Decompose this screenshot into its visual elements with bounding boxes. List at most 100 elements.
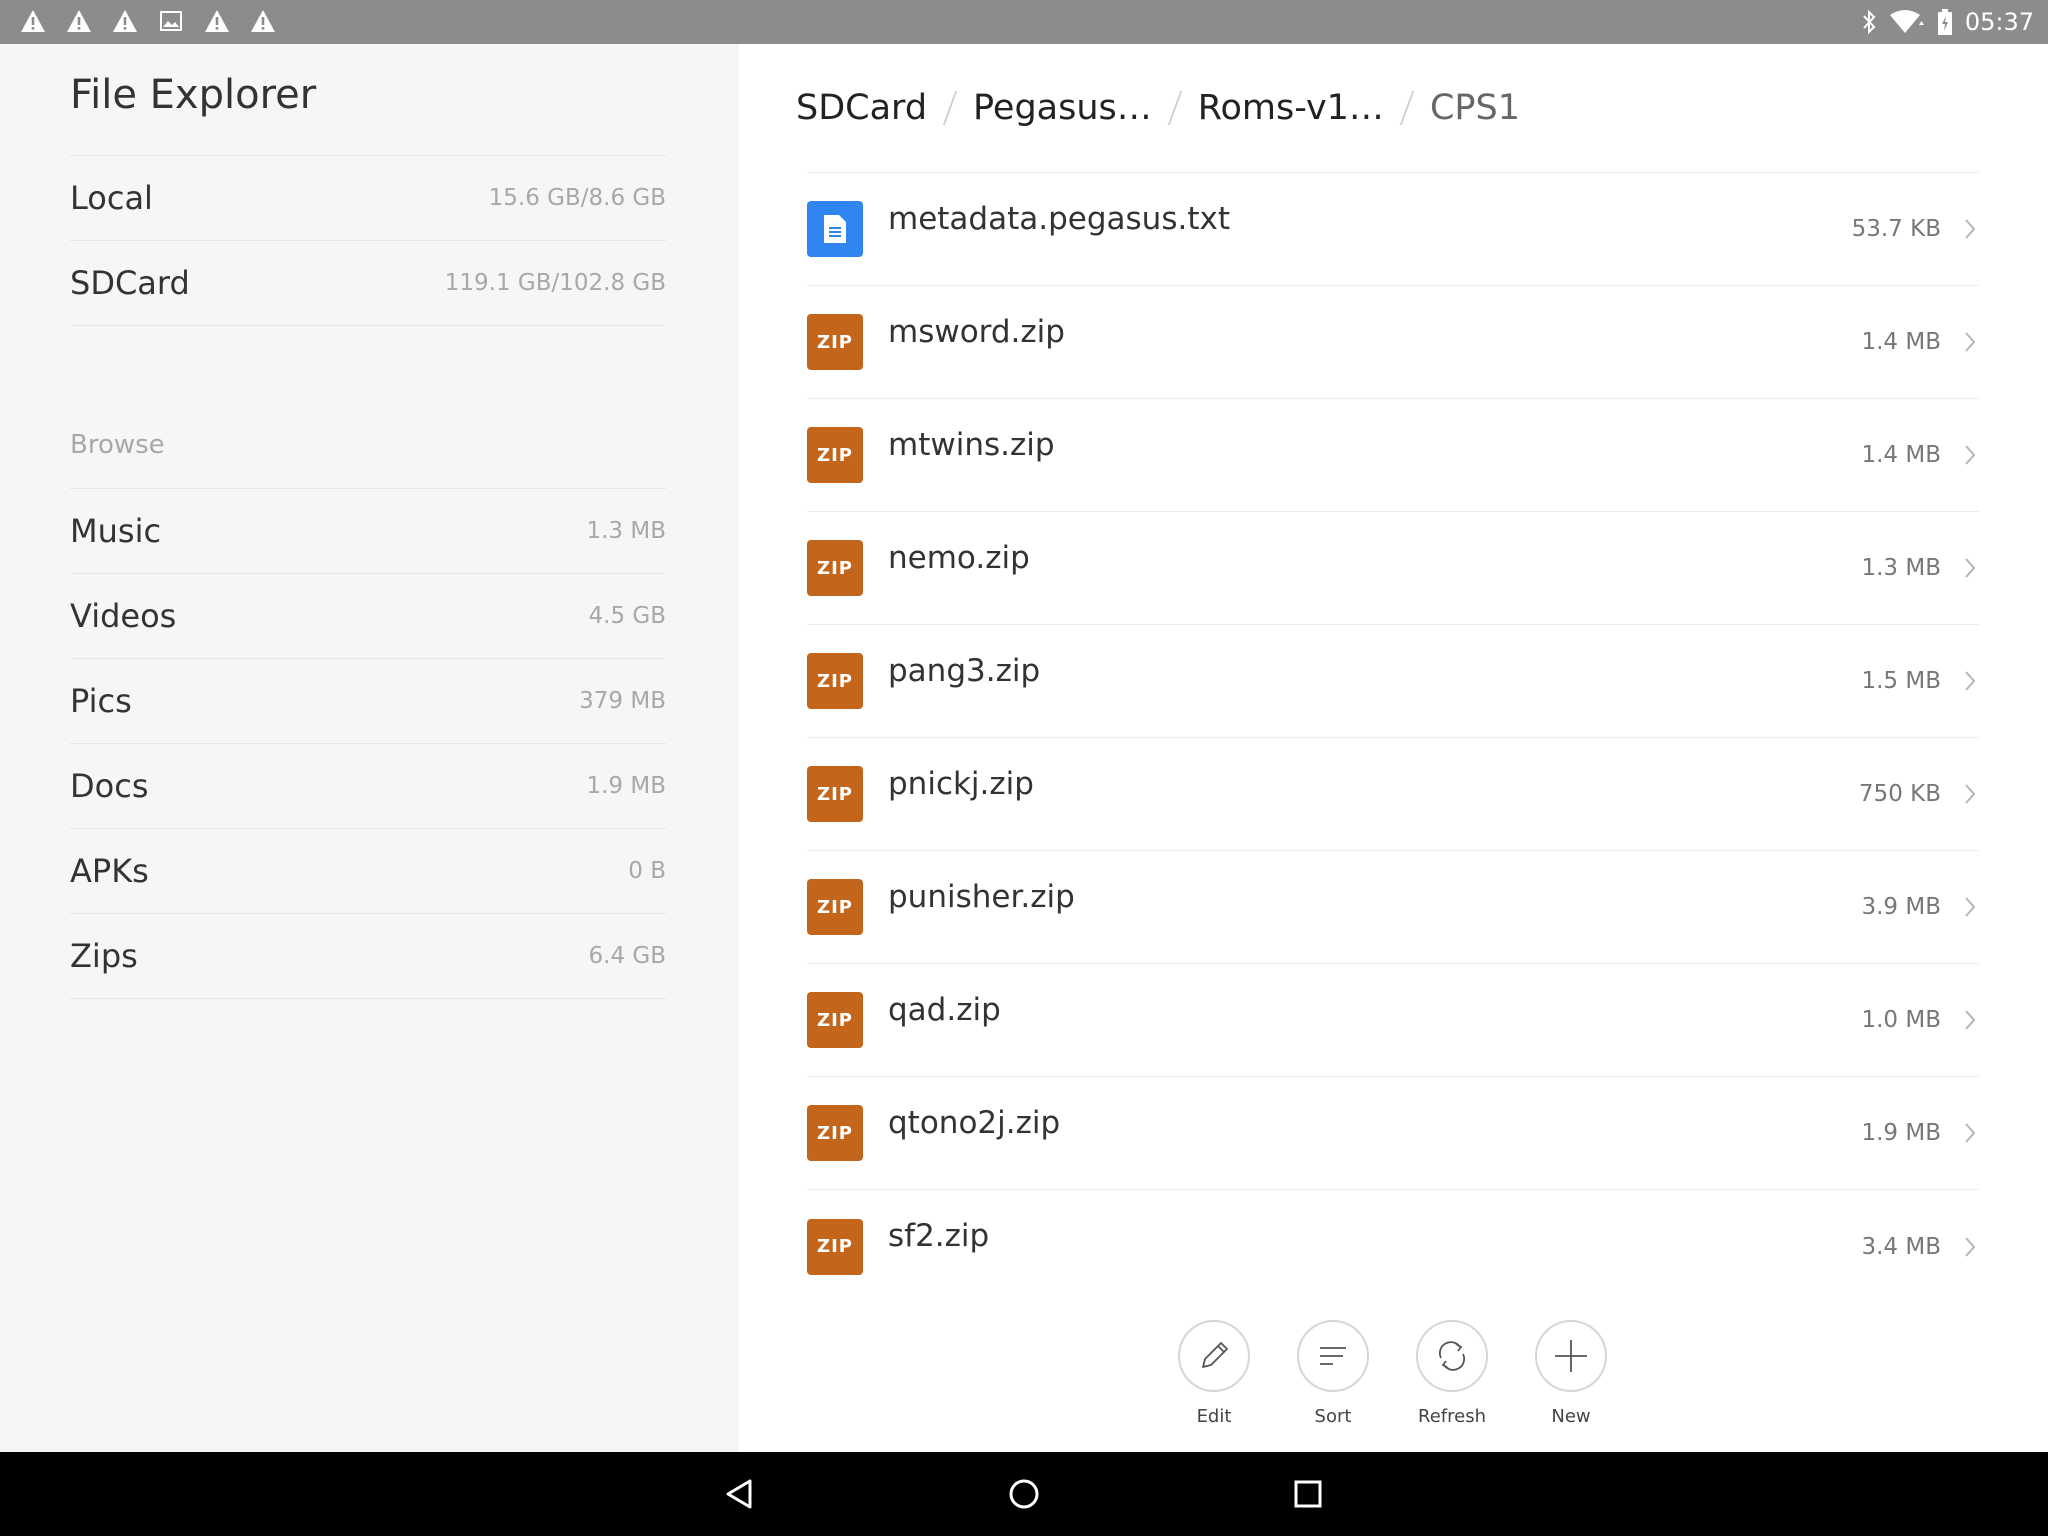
pencil-icon (1202, 1342, 1228, 1368)
file-list: metadata.pegasus.txt 53.7 KB ZIP msword.… (807, 172, 1979, 1303)
warning-icon (251, 10, 275, 32)
file-size: 1.0 MB (1861, 1007, 1941, 1033)
sidebar-item-local[interactable]: Local 15.6 GB/8.6 GB (70, 156, 666, 241)
sidebar-item-pics[interactable]: Pics 379 MB (70, 659, 666, 744)
back-icon (726, 1479, 752, 1509)
warning-icon (67, 10, 91, 32)
list-item[interactable]: ZIP punisher.zip 3.9 MB (807, 851, 1979, 964)
category-label: Zips (70, 937, 138, 975)
warning-icon (205, 10, 229, 32)
browse-heading: Browse (70, 388, 666, 489)
breadcrumb-separator (1399, 91, 1415, 125)
chevron-right-icon (1965, 558, 1976, 578)
breadcrumb-item-sdcard[interactable]: SDCard (796, 88, 927, 128)
breadcrumb: SDCard Pegasus… Roms-v1… CPS1 (796, 78, 1520, 138)
file-name: mtwins.zip (888, 427, 1055, 463)
category-label: Music (70, 512, 162, 550)
wifi-icon (1889, 10, 1924, 33)
edit-button-circle (1178, 1320, 1250, 1392)
sort-icon (1320, 1347, 1346, 1365)
system-status: 05:37 (1861, 4, 2034, 40)
new-button-circle (1535, 1320, 1607, 1392)
refresh-label: Refresh (1418, 1406, 1486, 1427)
edit-button[interactable]: Edit (1159, 1320, 1269, 1427)
zip-icon: ZIP (807, 540, 863, 596)
zip-icon: ZIP (807, 879, 863, 935)
chevron-right-icon (1965, 897, 1976, 917)
file-size: 1.5 MB (1861, 668, 1941, 694)
sort-button-circle (1297, 1320, 1369, 1392)
plus-icon (1555, 1340, 1587, 1372)
storage-label: Local (70, 179, 153, 217)
chevron-right-icon (1965, 784, 1976, 804)
document-icon (807, 201, 863, 257)
clock: 05:37 (1964, 8, 2034, 36)
navigation-bar (0, 1452, 2048, 1536)
list-item[interactable]: ZIP qad.zip 1.0 MB (807, 964, 1979, 1077)
list-item[interactable]: ZIP pang3.zip 1.5 MB (807, 625, 1979, 738)
list-item[interactable]: ZIP pnickj.zip 750 KB (807, 738, 1979, 851)
status-bar: 05:37 (0, 0, 2048, 44)
bluetooth-icon (1863, 9, 1876, 35)
recents-button[interactable] (1288, 1474, 1328, 1514)
recents-icon (1294, 1480, 1322, 1508)
list-item[interactable]: ZIP sf2.zip 3.4 MB (807, 1190, 1979, 1303)
sidebar-item-apks[interactable]: APKs 0 B (70, 829, 666, 914)
sidebar: File Explorer Local 15.6 GB/8.6 GB SDCar… (0, 44, 738, 1452)
list-item[interactable]: ZIP qtono2j.zip 1.9 MB (807, 1077, 1979, 1190)
list-item[interactable]: ZIP mtwins.zip 1.4 MB (807, 399, 1979, 512)
zip-icon: ZIP (807, 1218, 863, 1275)
new-button[interactable]: New (1516, 1320, 1626, 1427)
home-button[interactable] (1004, 1474, 1044, 1514)
breadcrumb-separator (1167, 91, 1182, 125)
category-size: 0 B (628, 858, 666, 884)
chevron-right-icon (1965, 1236, 1976, 1257)
file-size: 1.4 MB (1861, 442, 1941, 468)
breadcrumb-item-roms[interactable]: Roms-v1… (1198, 88, 1384, 128)
file-name: qad.zip (888, 992, 1001, 1028)
action-toolbar: Edit Sort Refresh New (739, 1320, 2048, 1452)
sidebar-item-sdcard[interactable]: SDCard 119.1 GB/102.8 GB (70, 241, 666, 326)
file-name: metadata.pegasus.txt (888, 201, 1230, 237)
zip-icon: ZIP (807, 766, 863, 822)
refresh-icon (1438, 1341, 1466, 1371)
list-item[interactable]: metadata.pegasus.txt 53.7 KB (807, 173, 1979, 286)
image-icon (160, 11, 182, 31)
new-label: New (1551, 1406, 1591, 1427)
list-item[interactable]: ZIP msword.zip 1.4 MB (807, 286, 1979, 399)
list-item[interactable]: ZIP nemo.zip 1.3 MB (807, 512, 1979, 625)
back-button[interactable] (720, 1474, 760, 1514)
refresh-button-circle (1416, 1320, 1488, 1392)
zip-icon: ZIP (807, 1105, 863, 1161)
file-size: 1.9 MB (1861, 1120, 1941, 1146)
sidebar-item-docs[interactable]: Docs 1.9 MB (70, 744, 666, 829)
battery-icon (1937, 9, 1952, 35)
breadcrumb-item-pegasus[interactable]: Pegasus… (973, 88, 1152, 128)
sidebar-item-zips[interactable]: Zips 6.4 GB (70, 914, 666, 999)
file-size: 3.9 MB (1861, 894, 1941, 920)
sort-button[interactable]: Sort (1278, 1320, 1388, 1427)
file-size: 3.4 MB (1861, 1233, 1941, 1260)
file-name: nemo.zip (888, 540, 1030, 576)
sidebar-item-music[interactable]: Music 1.3 MB (70, 489, 666, 574)
home-icon (1009, 1479, 1039, 1509)
app-title: File Explorer (70, 72, 317, 118)
category-size: 6.4 GB (588, 943, 667, 969)
file-size: 53.7 KB (1851, 216, 1941, 242)
file-size: 1.4 MB (1861, 329, 1941, 355)
storage-usage: 119.1 GB/102.8 GB (444, 270, 666, 296)
chevron-right-icon (1965, 219, 1976, 239)
category-label: Videos (70, 597, 177, 635)
zip-icon: ZIP (807, 992, 863, 1048)
warning-icon (113, 10, 137, 32)
refresh-button[interactable]: Refresh (1397, 1320, 1507, 1427)
chevron-right-icon (1965, 1010, 1976, 1030)
category-label: Pics (70, 682, 132, 720)
category-size: 4.5 GB (588, 603, 667, 629)
breadcrumb-item-current: CPS1 (1429, 88, 1520, 128)
file-name: sf2.zip (888, 1218, 990, 1254)
file-browser: SDCard Pegasus… Roms-v1… CPS1 metadata.p… (739, 44, 2048, 1452)
sidebar-item-videos[interactable]: Videos 4.5 GB (70, 574, 666, 659)
chevron-right-icon (1965, 332, 1976, 352)
category-size: 1.3 MB (586, 518, 666, 544)
